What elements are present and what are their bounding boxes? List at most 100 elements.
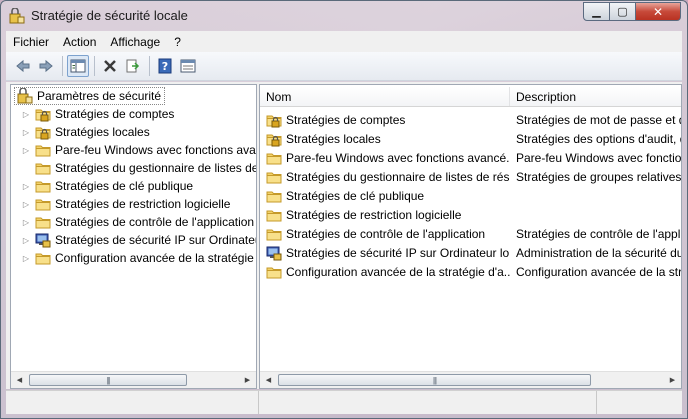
scroll-thumb[interactable]: ||| bbox=[29, 374, 187, 386]
menu-affichage[interactable]: Affichage bbox=[103, 35, 167, 49]
list-item-name: Stratégies du gestionnaire de listes de … bbox=[286, 169, 510, 184]
ipsec-icon bbox=[266, 246, 282, 260]
help-button[interactable]: ? bbox=[154, 55, 176, 77]
maximize-button[interactable]: ▢ bbox=[610, 2, 636, 21]
forward-button[interactable] bbox=[35, 55, 57, 77]
tree-item-label: Pare-feu Windows avec fonctions ava bbox=[55, 143, 256, 157]
list-item[interactable]: Stratégies de sécurité IP sur Ordinateur… bbox=[260, 243, 681, 262]
properties-button[interactable] bbox=[177, 55, 199, 77]
help-icon: ? bbox=[158, 58, 172, 74]
left-horizontal-scrollbar[interactable]: ◀ ||| ▶ bbox=[11, 371, 256, 388]
list-item-name-cell: Stratégies de contrôle de l'application bbox=[260, 226, 510, 242]
export-list-icon bbox=[126, 59, 140, 73]
tree-item[interactable]: ▷ Configuration avancée de la stratégie bbox=[11, 249, 254, 267]
expand-arrow-icon[interactable]: ▷ bbox=[21, 236, 31, 245]
expand-arrow-icon[interactable]: ▷ bbox=[21, 254, 31, 263]
toolbar-separator bbox=[94, 56, 95, 76]
list-item[interactable]: Stratégies de restriction logicielle bbox=[260, 205, 681, 224]
list-item[interactable]: Configuration avancée de la stratégie d'… bbox=[260, 262, 682, 281]
app-window: Stratégie de sécurité locale ▁ ▢ ✕ Fichi… bbox=[0, 0, 688, 419]
main-content: Paramètres de sécurité ▷ Stratégies de co… bbox=[6, 82, 682, 389]
list-item-name: Pare-feu Windows avec fonctions avancé..… bbox=[286, 150, 510, 165]
tree-item-label: Stratégies de restriction logicielle bbox=[55, 197, 231, 211]
export-list-button[interactable] bbox=[122, 55, 144, 77]
tree-item[interactable]: ▷ Pare-feu Windows avec fonctions ava bbox=[11, 141, 256, 159]
menu-bar: Fichier Action Affichage ? bbox=[6, 31, 682, 52]
list-item[interactable]: Stratégies de clé publique bbox=[260, 186, 681, 205]
expand-arrow-icon[interactable]: ▷ bbox=[21, 182, 31, 191]
tree-item[interactable]: ▷Stratégies du gestionnaire de listes de bbox=[11, 159, 256, 177]
grip-icon: ||| bbox=[432, 375, 437, 385]
lock-folder-icon bbox=[266, 115, 282, 127]
list-item-name-cell: Stratégies de restriction logicielle bbox=[260, 207, 510, 223]
menu-action[interactable]: Action bbox=[56, 35, 103, 49]
list-item[interactable]: Pare-feu Windows avec fonctions avancé..… bbox=[260, 148, 682, 167]
column-header-name[interactable]: Nom bbox=[260, 87, 510, 106]
tree-item-label: Stratégies de sécurité IP sur Ordinateu bbox=[55, 233, 257, 247]
tree-item[interactable]: ▷ Stratégies de clé publique bbox=[11, 177, 193, 195]
list-item-description: Stratégies de groupes relatives a bbox=[516, 169, 682, 184]
delete-button[interactable] bbox=[99, 55, 121, 77]
list-item-name: Configuration avancée de la stratégie d'… bbox=[286, 264, 510, 279]
scroll-thumb[interactable]: ||| bbox=[278, 374, 591, 386]
list-item[interactable]: Stratégies du gestionnaire de listes de … bbox=[260, 167, 682, 186]
show-hide-tree-button[interactable] bbox=[67, 55, 89, 77]
list-item-description: Stratégies de mot de passe et de bbox=[516, 112, 682, 127]
tree-item[interactable]: ▷ Stratégies de restriction logicielle bbox=[11, 195, 231, 213]
tree-item[interactable]: ▷ Stratégies de comptes bbox=[11, 105, 174, 123]
list-item-name: Stratégies de comptes bbox=[286, 112, 406, 127]
tree-item-label: Stratégies de comptes bbox=[55, 107, 175, 121]
folder-icon bbox=[266, 229, 282, 240]
window-controls: ▁ ▢ ✕ bbox=[583, 2, 681, 21]
list-item[interactable]: Stratégies locales Stratégies des options… bbox=[260, 129, 681, 148]
scroll-left-arrow-icon: ◀ bbox=[16, 377, 23, 384]
tree-item-label: Stratégies de clé publique bbox=[55, 179, 194, 193]
scroll-right-arrow-icon: ▶ bbox=[244, 377, 251, 384]
svg-text:?: ? bbox=[162, 60, 168, 73]
right-horizontal-scrollbar[interactable]: ◀ ||| ▶ bbox=[260, 371, 681, 388]
folder-icon bbox=[266, 172, 282, 183]
title-bar[interactable]: Stratégie de sécurité locale ▁ ▢ ✕ bbox=[1, 1, 687, 31]
list-item[interactable]: Stratégies de contrôle de l'application S… bbox=[260, 224, 681, 243]
list-item-name-cell: Stratégies locales bbox=[260, 131, 510, 147]
tree-item-label: Stratégies de contrôle de l'application bbox=[55, 215, 255, 229]
scroll-right-button[interactable]: ▶ bbox=[239, 372, 256, 388]
minimize-button[interactable]: ▁ bbox=[583, 2, 610, 21]
expand-arrow-icon[interactable]: ▷ bbox=[21, 200, 31, 209]
back-button[interactable] bbox=[12, 55, 34, 77]
list-item-description: Configuration avancée de la str bbox=[516, 264, 682, 279]
window-title: Stratégie de sécurité locale bbox=[31, 8, 188, 23]
status-segment bbox=[259, 391, 597, 414]
expand-arrow-icon[interactable]: ▷ bbox=[21, 110, 31, 119]
expand-arrow-icon[interactable]: ▷ bbox=[21, 146, 31, 155]
back-arrow-icon bbox=[16, 59, 30, 73]
scroll-left-button[interactable]: ◀ bbox=[11, 372, 28, 388]
maximize-icon: ▢ bbox=[617, 6, 628, 18]
scroll-left-button[interactable]: ◀ bbox=[260, 372, 277, 388]
close-button[interactable]: ✕ bbox=[636, 2, 681, 21]
list-item-name: Stratégies de clé publique bbox=[286, 188, 425, 203]
tree-item[interactable]: ▷ Stratégies de sécurité IP sur Ordinateu bbox=[11, 231, 257, 249]
tree-item[interactable]: ▷ Stratégies locales bbox=[11, 123, 150, 141]
tree-root-item[interactable]: Paramètres de sécurité bbox=[14, 87, 166, 105]
lock-folder-icon bbox=[266, 134, 282, 146]
menu-fichier[interactable]: Fichier bbox=[6, 35, 56, 49]
folder-icon bbox=[266, 267, 282, 278]
folder-icon bbox=[266, 210, 282, 221]
folder-icon bbox=[266, 153, 282, 164]
tree-item[interactable]: ▷ Stratégies de contrôle de l'application bbox=[11, 213, 254, 231]
scroll-right-button[interactable]: ▶ bbox=[664, 372, 681, 388]
menu-help[interactable]: ? bbox=[167, 35, 188, 49]
list-item[interactable]: Stratégies de comptes Stratégies de mot d… bbox=[260, 110, 682, 129]
toolbar: ? bbox=[6, 52, 682, 81]
show-hide-tree-icon bbox=[70, 59, 86, 73]
tree-item-label: Stratégies locales bbox=[55, 125, 150, 139]
expand-arrow-icon[interactable]: ▷ bbox=[21, 218, 31, 227]
tree-item-label: Configuration avancée de la stratégie bbox=[55, 251, 254, 265]
column-header-description[interactable]: Description bbox=[510, 87, 681, 106]
folder-icon bbox=[35, 181, 51, 193]
folder-icon bbox=[35, 145, 51, 157]
folder-icon bbox=[35, 253, 51, 265]
expand-arrow-icon[interactable]: ▷ bbox=[21, 128, 31, 137]
list-item-description: Pare-feu Windows avec fonctio bbox=[516, 150, 682, 165]
